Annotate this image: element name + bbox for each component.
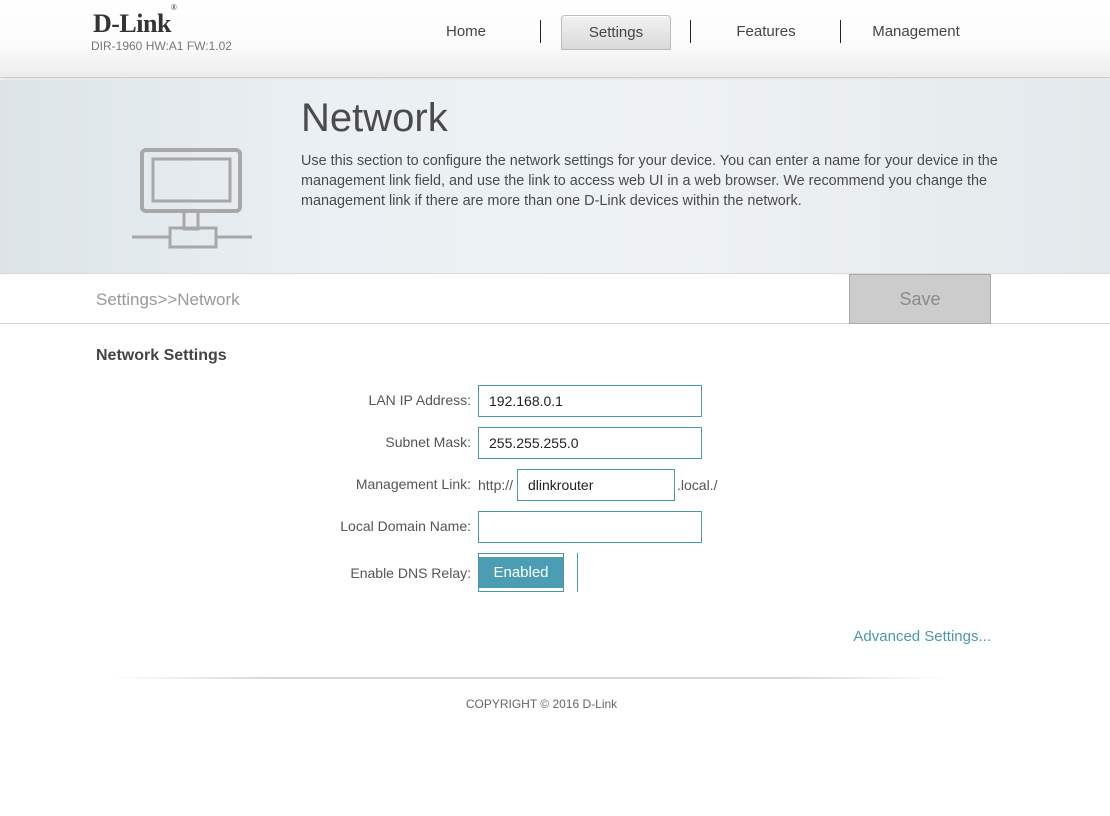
local-domain-input[interactable] — [478, 511, 702, 543]
local-domain-label: Local Domain Name: — [340, 518, 471, 534]
toggle-knob[interactable] — [563, 553, 577, 592]
nav-features[interactable]: Features — [716, 15, 816, 48]
top-header: D-Link® DIR-1960 HW:A1 FW:1.02 Home Sett… — [0, 0, 1110, 78]
management-link-suffix: .local./ — [677, 477, 718, 493]
nav-separator — [540, 20, 541, 43]
nav-settings[interactable]: Settings — [561, 15, 671, 50]
nav-home[interactable]: Home — [416, 15, 516, 48]
page-title: Network — [301, 96, 448, 140]
save-button[interactable]: Save — [849, 274, 991, 324]
dns-relay-state: Enabled — [479, 557, 563, 588]
management-link-input[interactable]: dlinkrouter — [517, 469, 675, 501]
nav-separator — [690, 20, 691, 43]
network-computer-icon — [132, 148, 252, 249]
subnet-mask-label: Subnet Mask: — [385, 434, 471, 450]
lan-ip-label: LAN IP Address: — [368, 392, 471, 408]
dns-relay-label: Enable DNS Relay: — [350, 565, 471, 581]
nav-separator — [840, 20, 841, 43]
section-title: Network Settings — [96, 347, 227, 364]
page-description: Use this section to configure the networ… — [301, 153, 998, 209]
subnet-mask-input[interactable]: 255.255.255.0 — [478, 427, 702, 459]
copyright: COPYRIGHT © 2016 D-Link — [465, 697, 618, 711]
breadcrumb: Settings>>Network — [96, 290, 240, 309]
management-link-label: Management Link: — [355, 476, 471, 492]
lan-ip-input[interactable]: 192.168.0.1 — [478, 385, 702, 417]
nav-management[interactable]: Management — [861, 15, 971, 48]
footer-divider — [110, 677, 950, 679]
dlink-logo: D-Link® — [93, 3, 177, 38]
dns-relay-toggle[interactable]: Enabled — [478, 553, 578, 592]
advanced-settings-link[interactable]: Advanced Settings... — [853, 628, 991, 645]
management-link-prefix: http:// — [478, 477, 514, 493]
device-info: DIR-1960 HW:A1 FW:1.02 — [91, 39, 232, 53]
